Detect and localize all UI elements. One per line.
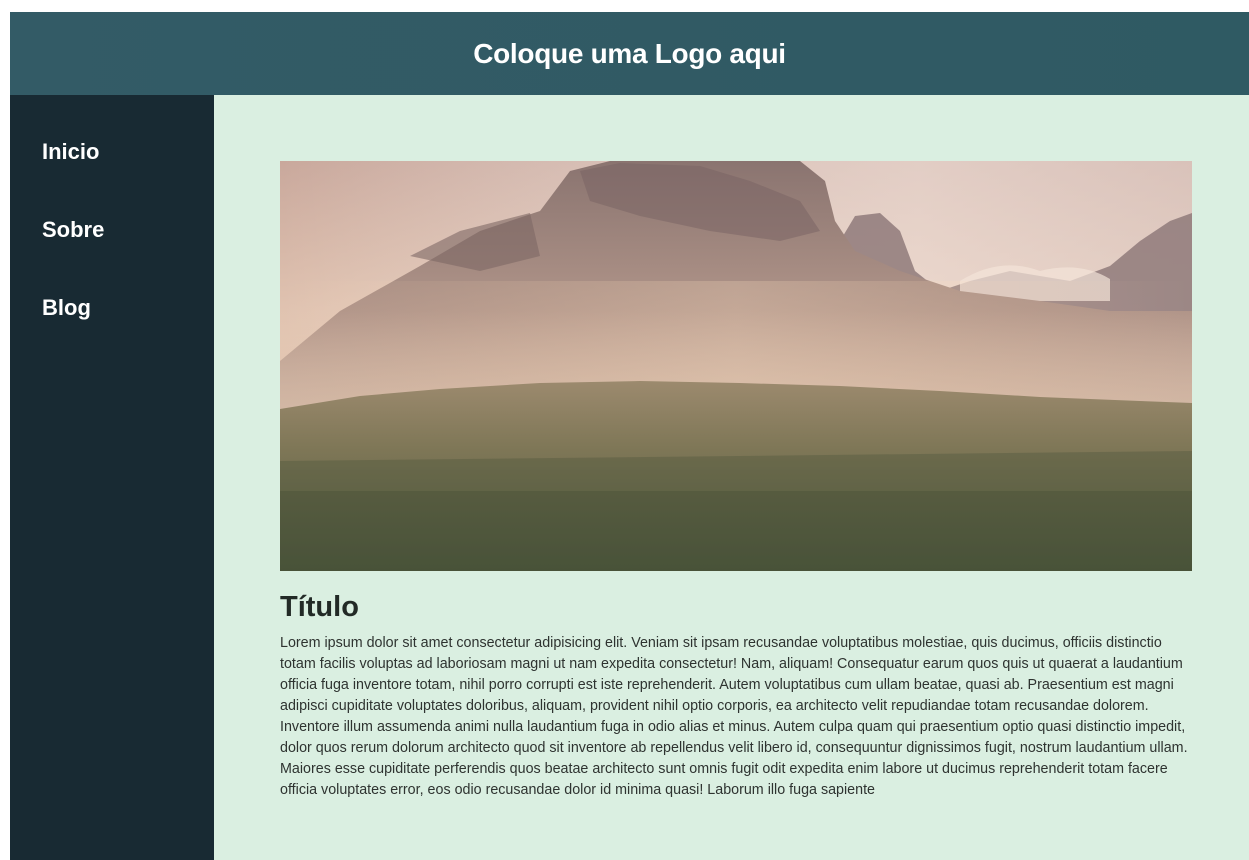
sidebar-item-inicio[interactable]: Inicio — [10, 137, 214, 215]
page-title: Título — [280, 591, 359, 623]
main-content: Título Lorem ipsum dolor sit amet consec… — [214, 95, 1249, 860]
sidebar: Inicio Sobre Blog — [10, 95, 214, 860]
body-text: Lorem ipsum dolor sit amet consectetur a… — [280, 635, 1188, 798]
hero-image — [280, 161, 1192, 571]
page-body: Inicio Sobre Blog Título Lorem ipsum dol… — [10, 95, 1249, 860]
header: Coloque uma Logo aqui — [10, 12, 1249, 95]
sidebar-item-blog[interactable]: Blog — [10, 293, 214, 371]
page: Coloque uma Logo aqui Inicio Sobre Blog — [10, 12, 1249, 860]
sidebar-item-sobre[interactable]: Sobre — [10, 215, 214, 293]
logo-text[interactable]: Coloque uma Logo aqui — [473, 38, 786, 70]
